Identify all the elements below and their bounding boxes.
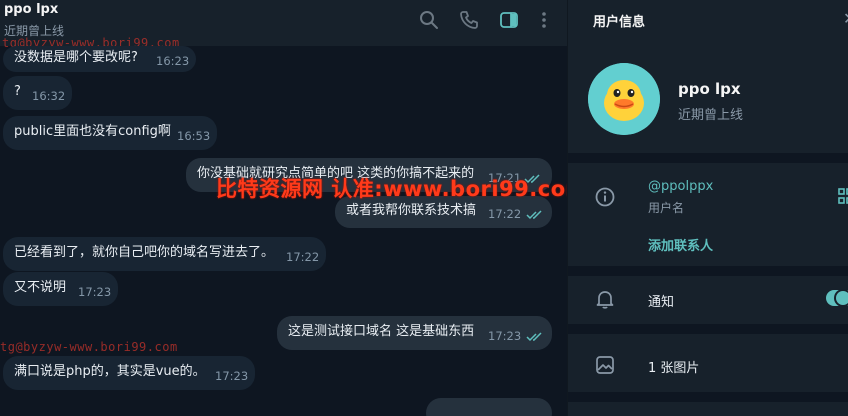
duck-avatar-icon [588, 63, 660, 135]
close-icon[interactable]: ✕ [843, 9, 848, 28]
chat-title[interactable]: ppo lpx [4, 2, 58, 17]
message-bubble[interactable]: 没数据是哪个要改呢? 16:23 [3, 46, 196, 72]
photo-icon [594, 354, 616, 376]
phone-icon[interactable] [458, 9, 480, 31]
more-icon[interactable] [533, 9, 555, 31]
message-time: 17:23 [78, 284, 112, 299]
add-contact-button[interactable]: 添加联系人 [648, 235, 713, 254]
section-divider [568, 153, 848, 163]
section-divider [568, 392, 848, 402]
message-text: 没数据是哪个要改呢? [14, 50, 138, 66]
message-bubble[interactable]: 又不说明 17:23 [3, 272, 118, 306]
message-bubble[interactable]: ? 16:32 [3, 76, 72, 110]
message-text: 或者我帮你联系技术搞 [346, 203, 477, 219]
message-text: ? [14, 84, 21, 100]
section-divider [568, 324, 848, 334]
message-bubble[interactable]: public里面也没有config啊 16:53 [3, 116, 217, 150]
message-text: 又不说明 [14, 280, 67, 296]
message-time: 16:23 [156, 53, 190, 68]
chat-pane: ppo lpx 近期曾上线 tg@byzyw-www.bori99.com 没数… [0, 0, 567, 416]
message-bubble[interactable]: 满口说是php的，其实是vue的。 17:23 [3, 356, 255, 390]
panel-title: 用户信息 [593, 15, 646, 30]
message-text: 已经看到了，就你自己吧你的域名写进去了。 [14, 245, 275, 261]
message-bubble[interactable]: 这是测试接口域名 这是基础东西 17:23 [277, 316, 552, 350]
qr-code-icon[interactable] [838, 188, 848, 206]
watermark-banner: 比特资源网 认准:www.bori99.com [216, 177, 567, 201]
message-time: 17:23 [215, 368, 249, 383]
notifications-label: 通知 [648, 295, 675, 310]
search-icon[interactable] [418, 9, 440, 31]
shared-photos-item[interactable]: 1 张图片 [648, 357, 699, 376]
message-bubble[interactable] [426, 398, 552, 416]
sidebar-toggle-icon[interactable] [498, 9, 520, 31]
message-time: 17:22 [488, 206, 522, 221]
profile-status: 近期曾上线 [678, 108, 744, 123]
avatar[interactable] [588, 63, 660, 135]
bell-icon [594, 288, 616, 310]
message-time: 17:22 [286, 249, 320, 264]
user-info-panel: 用户信息 ✕ ppo lpx 近期曾上线 @ppolppx 用户名 添加联系人 … [567, 0, 848, 416]
info-icon [594, 186, 616, 208]
notifications-toggle[interactable] [826, 290, 848, 306]
message-time: 16:32 [32, 88, 66, 103]
read-receipt-icon [526, 210, 542, 220]
message-time: 16:53 [177, 128, 211, 143]
message-time: 17:23 [488, 328, 522, 343]
username-label: 用户名 [648, 201, 685, 215]
watermark-text: tg@byzyw-www.bori99.com [0, 340, 178, 354]
read-receipt-icon [526, 332, 542, 342]
message-text: public里面也没有config啊 [14, 124, 171, 140]
username-value[interactable]: @ppolppx [648, 179, 713, 194]
message-bubble[interactable]: 已经看到了，就你自己吧你的域名写进去了。 17:22 [3, 237, 326, 271]
message-text: 这是测试接口域名 这是基础东西 [288, 324, 475, 340]
message-text: 满口说是php的，其实是vue的。 [14, 364, 206, 380]
profile-name: ppo lpx [678, 80, 741, 98]
section-divider [568, 266, 848, 276]
